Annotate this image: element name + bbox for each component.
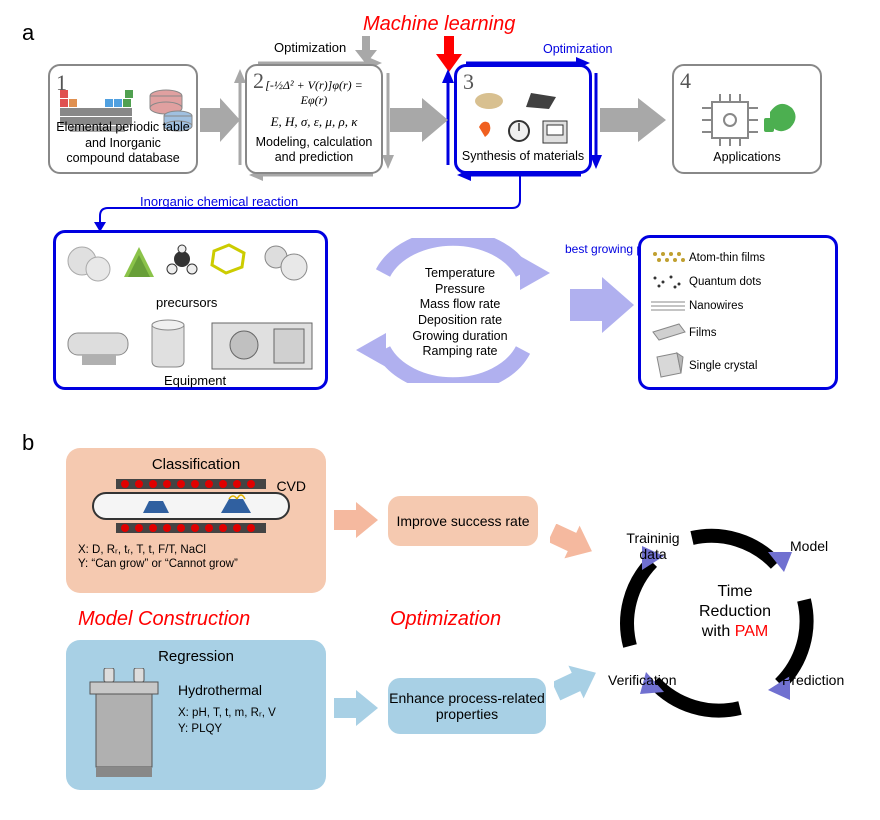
lblue-arrow-1-icon [334, 690, 378, 726]
regression-box: Regression Hydrothermal X: pH, T, t, m, … [66, 640, 326, 790]
classification-title: Classification [78, 456, 314, 473]
big-purple-arrow-icon [570, 277, 634, 333]
cycle-training: Traininig data [618, 530, 688, 562]
films-icon [649, 320, 689, 346]
step2-box: 2 [-½Δ² + V(r)]φ(r) = Eφ(r) E, H, σ, ε, … [245, 64, 383, 174]
step1-box: 1 Elemental periodic table and Inorganic… [48, 64, 198, 174]
cycle-center-3b: PAM [735, 623, 768, 640]
enhance-text: Enhance process-related properties [388, 690, 546, 722]
big-arrow-3-icon [600, 98, 666, 142]
optimization-label-1: Optimization [274, 40, 346, 55]
param-5: Ramping rate [400, 344, 520, 360]
param-1: Pressure [400, 282, 520, 298]
hydrothermal-label: Hydrothermal [178, 682, 262, 698]
precursors-label: precursors [156, 295, 217, 310]
panel-b-label: b [22, 430, 34, 456]
nanowires-icon [649, 296, 689, 316]
regression-y: Y: PLQY [178, 722, 222, 736]
single-crystal-icon [649, 349, 689, 383]
cycle-model: Model [790, 538, 828, 554]
outputs-box: Atom-thin films Quantum dots Nanowires F… [638, 235, 838, 390]
step4-caption: Applications [678, 150, 816, 166]
cycle-center-3a: with [702, 623, 735, 640]
param-0: Temperature [400, 266, 520, 282]
optimization-label-2: Optimization [543, 42, 612, 56]
param-3: Deposition rate [400, 313, 520, 329]
improve-box: Improve success rate [388, 496, 538, 546]
step2-caption: Modeling, calculation and prediction [253, 135, 375, 166]
equipment-icons [64, 315, 324, 377]
step2-num: 2 [253, 68, 264, 94]
output-4: Single crystal [689, 359, 757, 373]
big-arrow-2-icon [390, 98, 448, 142]
cycle-center-2: Reduction [685, 602, 785, 622]
optimization-title: Optimization [390, 608, 501, 631]
output-2: Nanowires [689, 299, 743, 313]
cvd-label: CVD [276, 478, 306, 494]
step2-props: E, H, σ, ε, μ, ρ, κ [251, 114, 377, 130]
step2-equation: [-½Δ² + V(r)]φ(r) = Eφ(r) [251, 78, 377, 108]
regression-title: Regression [78, 648, 314, 665]
step3-box: 3 Synthesis of materials [454, 64, 592, 174]
big-arrow-1-icon [200, 98, 240, 142]
step1-caption: Elemental periodic table and Inorganic c… [56, 120, 190, 167]
panel-a-label: a [22, 20, 34, 46]
equipment-label: Equipment [164, 373, 226, 388]
param-2: Mass flow rate [400, 297, 520, 313]
cvd-icon [91, 475, 301, 539]
hydrothermal-icon [78, 668, 168, 783]
enhance-box: Enhance process-related properties [388, 678, 546, 734]
applications-icon [692, 90, 810, 150]
model-construction-title: Model Construction [78, 608, 250, 631]
regression-x: X: pH, T, t, m, Rᵣ, V [178, 706, 276, 720]
reaction-label: Inorganic chemical reaction [140, 194, 298, 209]
improve-text: Improve success rate [396, 513, 529, 529]
output-3: Films [689, 326, 716, 340]
step3-caption: Synthesis of materials [461, 149, 585, 165]
param-4: Growing duration [400, 329, 520, 345]
params-list: Temperature Pressure Mass flow rate Depo… [400, 266, 520, 360]
ml-title: Machine learning [363, 13, 515, 36]
qdots-icon [649, 272, 689, 292]
cycle-center: Time Reduction with PAM [685, 582, 785, 642]
precursors-equipment-box: precursors Equipment [53, 230, 328, 390]
synthesis-icons [471, 89, 581, 147]
step4-num: 4 [680, 68, 691, 94]
classification-box: Classification CVD X: D, Rᵣ, tᵣ, T, t, F… [66, 448, 326, 593]
output-1: Quantum dots [689, 275, 761, 289]
cycle-prediction: Prediction [782, 672, 844, 688]
output-0: Atom-thin films [689, 251, 765, 265]
cycle-verification: Verification [608, 672, 676, 688]
classification-y: Y: “Can grow” or “Cannot grow” [78, 557, 314, 571]
peach-arrow-1-icon [334, 502, 378, 538]
atom-thin-icon [649, 248, 689, 268]
step4-box: 4 Applications [672, 64, 822, 174]
cycle-center-1: Time [685, 582, 785, 602]
classification-x: X: D, Rᵣ, tᵣ, T, t, F/T, NaCl [78, 543, 314, 557]
